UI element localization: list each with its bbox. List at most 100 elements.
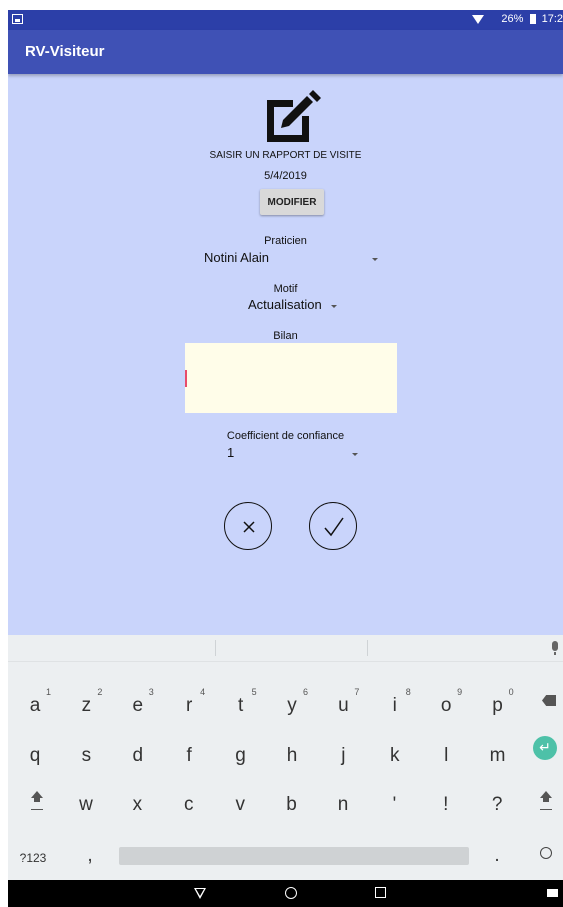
key-y[interactable]: y6 bbox=[267, 683, 317, 723]
key-o[interactable]: o9 bbox=[421, 683, 471, 723]
back-icon[interactable] bbox=[194, 888, 206, 899]
key-v[interactable]: v bbox=[215, 782, 265, 822]
key-t[interactable]: t5 bbox=[216, 683, 266, 723]
coefficient-value: 1 bbox=[227, 445, 235, 460]
battery-icon bbox=[529, 14, 536, 25]
key-e[interactable]: e3 bbox=[113, 683, 163, 723]
key-hint: 9 bbox=[457, 687, 463, 697]
key-q[interactable]: q bbox=[10, 733, 60, 773]
key-a[interactable]: a1 bbox=[10, 683, 60, 723]
key-label: y bbox=[287, 695, 297, 716]
period-key[interactable]: . bbox=[472, 833, 522, 873]
key-'[interactable]: ' bbox=[369, 782, 419, 822]
praticien-spinner[interactable]: Notini Alain bbox=[204, 249, 380, 269]
key-f[interactable]: f bbox=[164, 733, 214, 773]
key-c[interactable]: c bbox=[164, 782, 214, 822]
status-bar: 26% 17:2 bbox=[8, 10, 563, 30]
motif-spinner[interactable]: Actualisation bbox=[248, 296, 343, 316]
emoji-icon[interactable] bbox=[540, 847, 552, 859]
key-l[interactable]: l bbox=[421, 733, 471, 773]
coefficient-spinner[interactable]: 1 bbox=[227, 444, 362, 464]
key-hint: 4 bbox=[200, 687, 206, 697]
app-bar: RV-Visiteur bbox=[8, 30, 563, 74]
backspace-icon[interactable] bbox=[542, 695, 556, 706]
key-label: o bbox=[440, 695, 452, 716]
clock: 17:2 bbox=[541, 13, 563, 26]
visit-report-form: SAISIR UN RAPPORT DE VISITE 5/4/2019 MOD… bbox=[8, 74, 563, 635]
enter-key[interactable] bbox=[533, 736, 557, 760]
keyboard-switch-icon[interactable] bbox=[547, 889, 558, 897]
key-label: w bbox=[79, 794, 93, 815]
wifi-icon bbox=[472, 14, 485, 24]
comma-key[interactable]: , bbox=[65, 833, 115, 873]
validate-button[interactable] bbox=[309, 502, 357, 550]
key-u[interactable]: u7 bbox=[318, 683, 368, 723]
soft-keyboard: a 1 z 2 e 3 r 4 t 5 y 6 u 7 i 8 o 9 p 0 q s d f g h j k l m w x c v b n '!? … bbox=[8, 635, 563, 880]
key-w[interactable]: w bbox=[61, 782, 111, 822]
home-icon[interactable] bbox=[285, 887, 297, 899]
key-r[interactable]: r4 bbox=[164, 683, 214, 723]
key-label: c bbox=[184, 794, 194, 815]
key-k[interactable]: k bbox=[370, 733, 420, 773]
suggestion-divider bbox=[367, 640, 368, 656]
motif-value: Actualisation bbox=[248, 297, 322, 312]
key-hint: 5 bbox=[251, 687, 257, 697]
symbols-key[interactable]: ?123 bbox=[8, 835, 58, 875]
bilan-input[interactable] bbox=[185, 343, 397, 413]
image-notification-icon bbox=[12, 14, 23, 24]
key-label: v bbox=[235, 794, 245, 815]
motif-label: Motif bbox=[273, 283, 298, 295]
edit-icon bbox=[267, 90, 321, 142]
key-label: p bbox=[492, 695, 503, 716]
suggestion-strip bbox=[8, 635, 563, 662]
app-title: RV-Visiteur bbox=[25, 43, 105, 60]
key-m[interactable]: m bbox=[473, 733, 523, 773]
key-n[interactable]: n bbox=[318, 782, 368, 822]
battery-percent: 26% bbox=[501, 13, 524, 26]
key-hint: 8 bbox=[405, 687, 411, 697]
key-z[interactable]: z2 bbox=[61, 683, 111, 723]
key-hint: 6 bbox=[302, 687, 308, 697]
key-label: m bbox=[489, 745, 506, 766]
key-p[interactable]: p0 bbox=[473, 683, 523, 723]
suggestion-divider bbox=[215, 640, 216, 656]
key-![interactable]: ! bbox=[421, 782, 471, 822]
bilan-label: Bilan bbox=[273, 330, 298, 342]
cancel-button[interactable] bbox=[224, 502, 272, 550]
key-label: f bbox=[186, 745, 192, 766]
modify-date-button[interactable]: MODIFIER bbox=[260, 189, 324, 215]
key-i[interactable]: i8 bbox=[370, 683, 420, 723]
key-label: ! bbox=[443, 794, 449, 815]
key-h[interactable]: h bbox=[267, 733, 317, 773]
shift-icon[interactable] bbox=[31, 791, 43, 805]
key-g[interactable]: g bbox=[216, 733, 266, 773]
key-label: u bbox=[338, 695, 349, 716]
key-label: x bbox=[132, 794, 143, 815]
visit-date: 5/4/2019 bbox=[264, 170, 307, 182]
key-label: r bbox=[186, 695, 193, 716]
key-label: i bbox=[392, 695, 397, 716]
key-hint: 1 bbox=[45, 687, 51, 697]
key-x[interactable]: x bbox=[112, 782, 162, 822]
key-label: g bbox=[235, 745, 246, 766]
period-key-label: . bbox=[494, 845, 500, 866]
recent-apps-icon[interactable] bbox=[375, 887, 386, 898]
key-s[interactable]: s bbox=[61, 733, 111, 773]
shift-icon[interactable] bbox=[540, 791, 552, 805]
key-label: b bbox=[286, 794, 297, 815]
dropdown-arrow-icon bbox=[352, 453, 358, 456]
key-?[interactable]: ? bbox=[472, 782, 522, 822]
key-d[interactable]: d bbox=[113, 733, 163, 773]
key-label: e bbox=[132, 695, 144, 716]
key-label: q bbox=[29, 745, 41, 766]
praticien-label: Praticien bbox=[264, 235, 307, 247]
key-j[interactable]: j bbox=[318, 733, 368, 773]
space-key[interactable] bbox=[119, 847, 469, 865]
text-cursor bbox=[185, 370, 187, 387]
microphone-icon[interactable] bbox=[552, 641, 558, 655]
symbols-key-label: ?123 bbox=[19, 851, 47, 865]
key-label: z bbox=[81, 695, 92, 716]
key-b[interactable]: b bbox=[267, 782, 317, 822]
close-icon bbox=[243, 521, 255, 533]
coefficient-label: Coefficient de confiance bbox=[226, 430, 345, 442]
